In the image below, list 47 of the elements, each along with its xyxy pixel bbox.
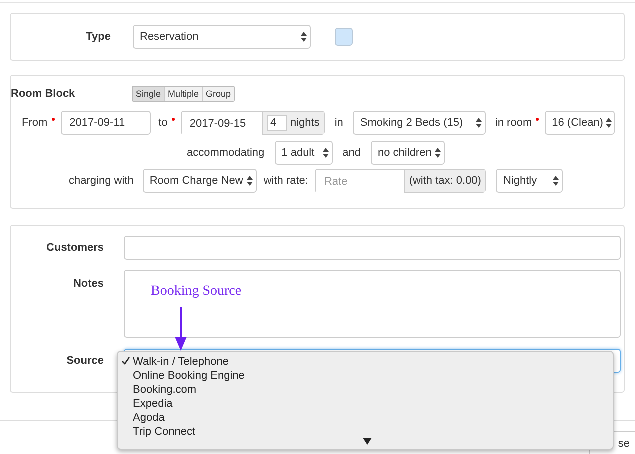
source-label: Source xyxy=(66,355,104,367)
charge-select[interactable]: Room Charge New xyxy=(142,169,257,193)
room-select[interactable]: 16 (Clean) xyxy=(545,111,616,135)
to-date-field[interactable]: 2017-09-15 xyxy=(182,112,262,136)
charging-with-label: charging with xyxy=(69,175,134,187)
annotation-arrow-icon xyxy=(175,307,187,351)
menu-option[interactable]: Expedia xyxy=(118,397,613,411)
menu-option[interactable]: Online Booking Engine xyxy=(118,369,613,383)
customers-label: Customers xyxy=(46,242,104,254)
select-arrows-icon xyxy=(606,118,612,128)
mode-tab[interactable]: Single xyxy=(133,87,166,101)
type-select[interactable]: Reservation xyxy=(133,25,311,49)
select-arrows-icon xyxy=(301,32,307,42)
customers-field[interactable] xyxy=(124,236,621,260)
scroll-down-icon[interactable] xyxy=(363,438,372,445)
tax-label: (with tax: 0.00) xyxy=(404,170,486,192)
annotation-text: Booking Source xyxy=(151,284,242,300)
menu-option[interactable]: Trip Connect xyxy=(118,425,613,439)
notes-label: Notes xyxy=(72,278,104,290)
mode-tab[interactable]: Group xyxy=(203,87,234,101)
select-arrows-icon xyxy=(553,176,560,186)
menu-option[interactable]: Booking.com xyxy=(118,383,613,397)
select-arrows-icon xyxy=(246,176,253,186)
in-label: in xyxy=(334,117,344,129)
color-swatch[interactable] xyxy=(335,28,353,46)
and-label: and xyxy=(342,147,362,159)
to-label: to xyxy=(158,117,168,129)
room-block-label: Room Block xyxy=(11,88,74,100)
accommodating-label: accommodating xyxy=(187,147,265,159)
from-label: From xyxy=(22,117,48,129)
menu-option[interactable]: Walk-in / Telephone xyxy=(118,355,613,369)
with-rate-label: with rate: xyxy=(264,175,308,187)
select-arrows-icon xyxy=(476,118,482,128)
select-arrows-icon xyxy=(435,148,442,158)
frequency-select[interactable]: Nightly xyxy=(496,169,564,193)
select-arrows-icon xyxy=(322,148,329,158)
children-select[interactable]: no children xyxy=(371,141,446,165)
notes-field[interactable] xyxy=(124,270,621,338)
nights-field[interactable]: 4 xyxy=(266,115,286,131)
from-date-field[interactable]: 2017-09-11 xyxy=(60,111,151,135)
in-room-label: in room xyxy=(495,117,532,129)
nights-label: nights xyxy=(290,117,320,129)
adults-select[interactable]: 1 adult xyxy=(274,141,333,165)
room-type-select[interactable]: Smoking 2 Beds (15) xyxy=(353,111,486,135)
type-label: Type xyxy=(85,31,111,43)
menu-option[interactable]: Agoda xyxy=(118,411,613,425)
mode-tab[interactable]: Multiple xyxy=(165,87,204,101)
